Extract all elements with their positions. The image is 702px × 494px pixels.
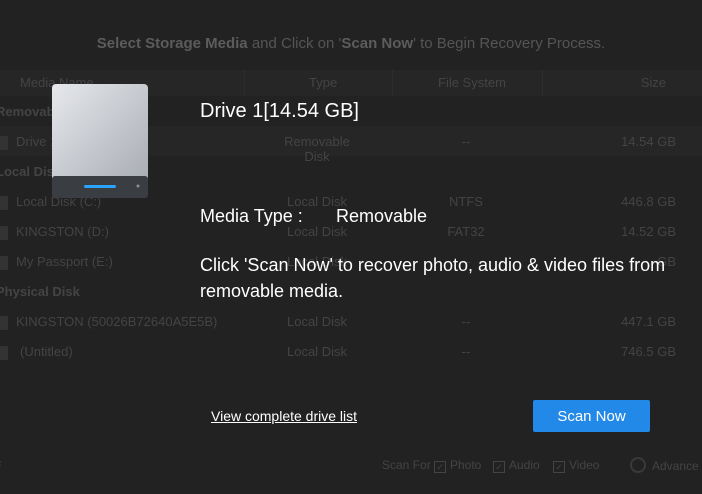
removable-drive-icon bbox=[52, 84, 148, 198]
media-type-value: Removable bbox=[336, 206, 428, 226]
drive-title: Drive 1[14.54 GB] bbox=[200, 100, 359, 122]
scan-now-button[interactable]: Scan Now bbox=[533, 400, 650, 432]
view-complete-drive-list-link[interactable]: View complete drive list bbox=[211, 408, 357, 424]
media-type-label: Media Type : bbox=[200, 206, 303, 226]
scan-description: Click 'Scan Now' to recover photo, audio… bbox=[200, 255, 666, 301]
media-type-row: Media Type : Removable bbox=[200, 206, 427, 227]
drive-info-overlay: Drive 1[14.54 GB] Media Type : Removable… bbox=[0, 0, 702, 494]
